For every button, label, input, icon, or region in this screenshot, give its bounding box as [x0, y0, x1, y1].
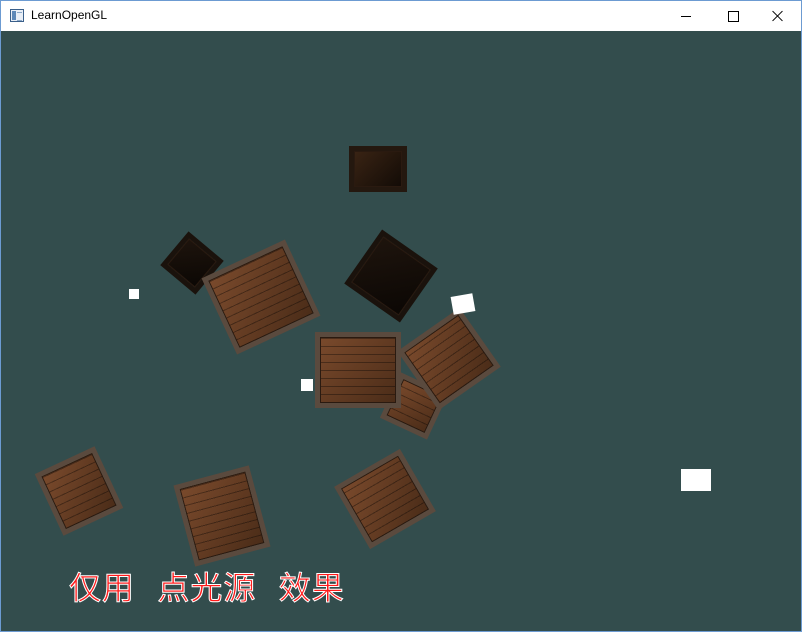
crate	[334, 448, 436, 550]
crate	[315, 332, 401, 408]
light-source	[129, 289, 139, 299]
crate	[344, 229, 438, 323]
minimize-button[interactable]	[663, 1, 709, 31]
crate	[349, 146, 407, 192]
title-bar[interactable]: LearnOpenGL	[1, 1, 801, 31]
app-window-icon	[10, 9, 24, 22]
close-icon	[772, 10, 784, 22]
crate	[34, 446, 124, 536]
opengl-viewport[interactable]: 仅用 点光源 效果	[1, 31, 801, 631]
window-title: LearnOpenGL	[31, 8, 108, 22]
minimize-icon	[681, 15, 691, 17]
light-source	[450, 293, 476, 315]
maximize-icon	[727, 10, 739, 22]
close-button[interactable]	[755, 1, 801, 31]
light-source	[681, 469, 711, 491]
maximize-button[interactable]	[710, 1, 756, 31]
crate	[173, 465, 271, 567]
caption-text: 仅用 点光源 效果	[69, 569, 345, 608]
app-window: LearnOpenGL 仅用 点光源 效果	[0, 0, 802, 632]
light-source	[301, 379, 313, 391]
